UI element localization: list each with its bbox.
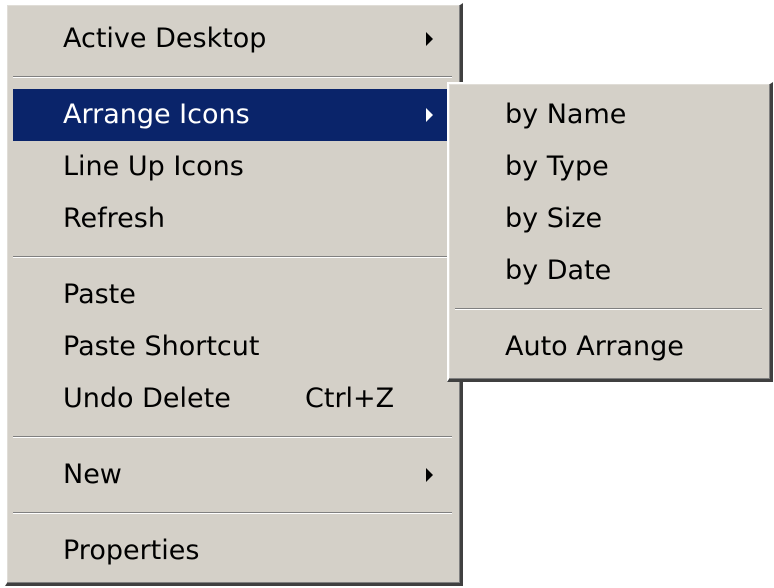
submenu-item-by-type[interactable]: by Type (454, 141, 764, 193)
menu-item-label: Paste Shortcut (63, 331, 260, 362)
menu-item-label: by Size (505, 203, 603, 234)
menu-item-label: by Type (505, 151, 609, 182)
menu-item-label: New (63, 459, 122, 490)
menu-item-label: by Name (505, 99, 627, 130)
menu-item-label: Paste (63, 279, 136, 310)
menu-separator (13, 436, 452, 438)
menu-item-label: Arrange Icons (63, 99, 250, 130)
menu-item-line-up-icons[interactable]: Line Up Icons (13, 141, 453, 193)
menu-item-paste[interactable]: Paste (13, 269, 453, 321)
menu-item-label: Active Desktop (63, 23, 267, 54)
menu-item-properties[interactable]: Properties (13, 525, 453, 577)
submenu-item-by-date[interactable]: by Date (454, 245, 764, 297)
submenu-arrow-icon (426, 468, 433, 482)
menu-separator (13, 76, 452, 78)
submenu-item-by-name[interactable]: by Name (454, 89, 764, 141)
menu-item-label: Line Up Icons (63, 151, 244, 182)
arrange-icons-submenu: by Name by Type by Size by Date Auto Arr… (447, 82, 773, 382)
submenu-arrow-icon (426, 32, 433, 46)
menu-item-new[interactable]: New (13, 449, 453, 501)
desktop-context-menu: Active Desktop Arrange Icons Line Up Ico… (5, 3, 463, 586)
menu-item-label: Properties (63, 535, 200, 566)
menu-item-label: Refresh (63, 203, 165, 234)
submenu-item-by-size[interactable]: by Size (454, 193, 764, 245)
submenu-arrow-icon (426, 108, 433, 122)
menu-separator (13, 256, 452, 258)
menu-item-shortcut: Ctrl+Z (305, 383, 395, 414)
menu-item-label: by Date (505, 255, 612, 286)
menu-item-label: Undo Delete (63, 383, 231, 414)
menu-item-arrange-icons[interactable]: Arrange Icons (13, 89, 453, 141)
menu-item-refresh[interactable]: Refresh (13, 193, 453, 245)
menu-item-paste-shortcut[interactable]: Paste Shortcut (13, 321, 453, 373)
menu-item-undo-delete[interactable]: Undo Delete Ctrl+Z (13, 373, 453, 425)
menu-item-label: Auto Arrange (505, 331, 684, 362)
menu-separator (13, 512, 452, 514)
submenu-item-auto-arrange[interactable]: Auto Arrange (454, 321, 764, 373)
menu-separator (455, 308, 762, 310)
menu-item-active-desktop[interactable]: Active Desktop (13, 13, 453, 65)
